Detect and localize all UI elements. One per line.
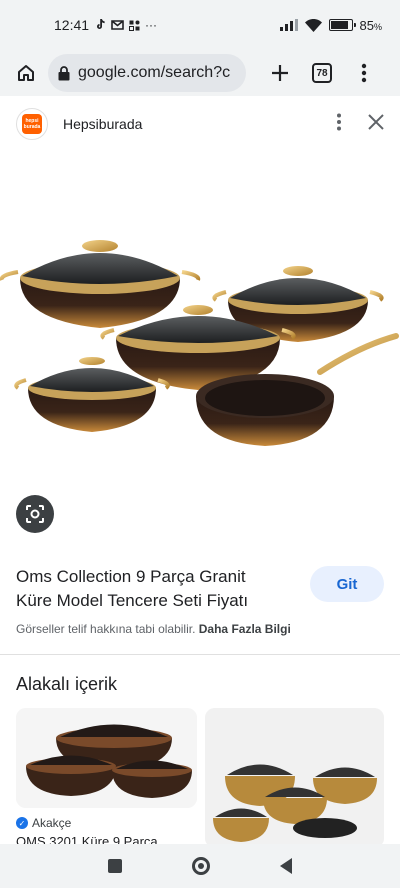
- related-image: [205, 708, 384, 848]
- notification-icons: ···: [95, 18, 157, 32]
- product-image[interactable]: [0, 150, 400, 470]
- related-card-caption[interactable]: OMS 3201 Küre 9 Parça: [16, 834, 197, 844]
- verified-icon: ✓: [16, 817, 28, 829]
- google-lens-button[interactable]: [16, 495, 54, 533]
- more-vert-icon: [361, 63, 367, 83]
- image-source-header: hepsi burada Hepsiburada: [0, 104, 400, 144]
- battery-icon: [328, 19, 356, 31]
- address-bar[interactable]: google.com/search?c: [48, 54, 246, 92]
- pot-large-left: [0, 240, 201, 328]
- image-options-button[interactable]: [336, 113, 342, 136]
- divider: [0, 654, 400, 655]
- back-button[interactable]: [280, 858, 292, 874]
- signal-icon: [279, 19, 298, 31]
- more-notifications-icon: ···: [145, 18, 158, 32]
- home-icon: [18, 65, 34, 81]
- new-tab-button[interactable]: [264, 57, 296, 89]
- plus-icon: [272, 65, 288, 81]
- source-name[interactable]: Hepsiburada: [63, 116, 142, 132]
- tiktok-icon: [97, 19, 105, 29]
- browser-toolbar: google.com/search?c 78: [0, 50, 400, 96]
- lock-icon: [58, 65, 70, 80]
- close-button[interactable]: [368, 113, 384, 135]
- home-button[interactable]: [10, 57, 42, 89]
- lens-icon: [26, 505, 44, 523]
- browser-menu-button[interactable]: [348, 57, 380, 89]
- battery-percent: 85%: [359, 17, 382, 33]
- hepsiburada-logo: hepsi burada: [22, 114, 42, 134]
- gmail-icon: [111, 20, 124, 30]
- wifi-icon: [304, 18, 322, 32]
- status-time: 12:41: [54, 17, 90, 33]
- battery-level: [330, 21, 348, 29]
- tab-count: 78: [312, 63, 332, 83]
- source-favicon[interactable]: hepsi burada: [16, 108, 48, 140]
- home-nav-button[interactable]: [192, 857, 210, 875]
- app-notification-icon: [129, 20, 140, 31]
- tab-switcher-button[interactable]: 78: [306, 57, 338, 89]
- related-source-name: Akakçe: [32, 816, 72, 830]
- related-image: [16, 708, 197, 808]
- visit-button[interactable]: Git: [310, 566, 384, 602]
- url-text: google.com/search?c: [78, 64, 231, 81]
- recents-button[interactable]: [108, 859, 122, 873]
- status-bar: 12:41 ··· 85%: [0, 0, 400, 50]
- copyright-text: Görseller telif hakkına tabi olabilir.: [16, 622, 196, 636]
- copyright-notice: Görseller telif hakkına tabi olabilir. D…: [16, 622, 291, 636]
- related-card-source: ✓ Akakçe: [16, 816, 71, 830]
- related-card[interactable]: [16, 708, 197, 808]
- related-heading: Alakalı içerik: [16, 674, 118, 694]
- close-icon: [368, 113, 384, 130]
- system-nav-bar: [0, 844, 400, 888]
- related-card[interactable]: [205, 708, 384, 848]
- more-info-link[interactable]: Daha Fazla Bilgi: [199, 622, 291, 636]
- more-vert-icon: [337, 113, 341, 130]
- product-title[interactable]: Oms Collection 9 Parça Granit Küre Model…: [16, 565, 286, 613]
